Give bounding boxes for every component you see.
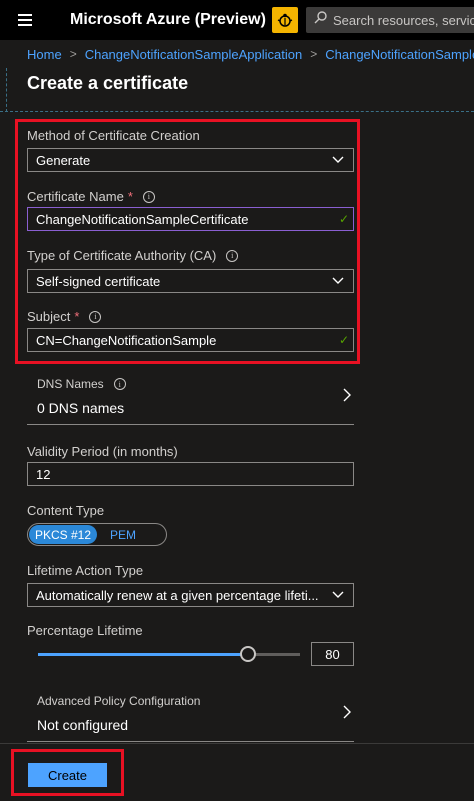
lifetime-action-value: Automatically renew at a given percentag… <box>36 587 319 603</box>
slider-fill <box>38 653 248 656</box>
breadcrumb: Home > ChangeNotificationSampleApplicati… <box>0 40 474 68</box>
breadcrumb-app-2[interactable]: ChangeNotificationSampleApplication <box>325 47 474 62</box>
slider-thumb[interactable] <box>239 646 256 662</box>
advanced-policy-value: Not configured <box>37 717 129 733</box>
chevron-down-icon <box>331 588 345 605</box>
ca-type-value: Self-signed certificate <box>36 273 161 289</box>
dns-names-label-text: DNS Names <box>37 377 104 391</box>
validity-input[interactable]: 12 <box>27 462 354 486</box>
breadcrumb-app[interactable]: ChangeNotificationSampleApplication <box>85 47 303 62</box>
required-marker: * <box>127 189 133 204</box>
percentage-label-text: Percentage Lifetime <box>27 623 143 638</box>
advanced-policy-section[interactable]: Advanced Policy Configuration Not config… <box>27 684 354 742</box>
chevron-right-icon: > <box>69 47 77 61</box>
lifetime-action-label: Lifetime Action Type <box>27 563 143 578</box>
subject-value: CN=ChangeNotificationSample <box>36 332 217 348</box>
dns-names-section[interactable]: DNS Names i 0 DNS names <box>27 367 354 425</box>
chevron-down-icon <box>331 153 345 170</box>
percentage-slider[interactable] <box>38 646 300 662</box>
dns-names-value: 0 DNS names <box>37 400 125 416</box>
blade-header: Create a certificate <box>0 68 474 112</box>
method-value: Generate <box>36 152 91 168</box>
chevron-right-icon <box>342 704 352 725</box>
ca-type-label: Type of Certificate Authority (CA) i <box>27 248 239 263</box>
info-icon[interactable]: i <box>142 190 155 203</box>
lifetime-action-label-text: Lifetime Action Type <box>27 563 144 578</box>
ca-type-label-text: Type of Certificate Authority (CA) <box>27 248 217 263</box>
hamburger-icon[interactable] <box>0 0 50 40</box>
search-icon <box>314 11 327 29</box>
validity-label: Validity Period (in months) <box>27 444 178 459</box>
subject-label: Subject * i <box>27 309 102 324</box>
search-input[interactable] <box>333 12 474 28</box>
cert-name-label: Certificate Name * i <box>27 189 155 204</box>
ca-type-select[interactable]: Self-signed certificate <box>27 269 354 293</box>
info-icon[interactable]: i <box>226 249 239 262</box>
search-box[interactable] <box>306 7 474 33</box>
lifetime-action-select[interactable]: Automatically renew at a given percentag… <box>27 583 354 607</box>
bug-icon[interactable] <box>272 7 298 33</box>
content-type-pem[interactable]: PEM <box>103 525 143 544</box>
subject-label-text: Subject <box>27 309 71 324</box>
page-title: Create a certificate <box>27 73 189 93</box>
content-type-toggle[interactable]: PKCS #12 PEM <box>27 523 167 546</box>
method-label: Method of Certificate Creation <box>27 128 200 143</box>
info-icon[interactable]: i <box>89 310 102 323</box>
cert-name-input[interactable]: ChangeNotificationSampleCertificate ✓ <box>27 207 354 231</box>
checkmark-icon: ✓ <box>338 212 349 226</box>
cert-name-label-text: Certificate Name <box>27 189 124 204</box>
chevron-down-icon <box>331 274 345 291</box>
breadcrumb-home[interactable]: Home <box>27 47 62 62</box>
chevron-right-icon: > <box>310 47 318 61</box>
content-type-pkcs12[interactable]: PKCS #12 <box>29 525 97 544</box>
percentage-value[interactable]: 80 <box>311 642 354 666</box>
cert-name-value: ChangeNotificationSampleCertificate <box>36 211 249 227</box>
method-label-text: Method of Certificate Creation <box>27 128 200 143</box>
validity-label-text: Validity Period (in months) <box>27 444 178 459</box>
validity-value: 12 <box>36 466 51 482</box>
chevron-right-icon <box>342 387 352 408</box>
content-type-label-text: Content Type <box>27 503 105 518</box>
content-type-label: Content Type <box>27 503 104 518</box>
top-bar: Microsoft Azure (Preview) <box>0 0 474 40</box>
subject-input[interactable]: CN=ChangeNotificationSample ✓ <box>27 328 354 352</box>
required-marker: * <box>74 309 80 324</box>
checkmark-icon: ✓ <box>338 333 349 347</box>
brand-title[interactable]: Microsoft Azure (Preview) <box>70 11 266 29</box>
percentage-label: Percentage Lifetime <box>27 623 143 638</box>
create-button[interactable]: Create <box>28 763 107 787</box>
info-icon[interactable]: i <box>113 378 126 390</box>
advanced-policy-label: Advanced Policy Configuration <box>37 694 201 708</box>
method-select[interactable]: Generate <box>27 148 354 172</box>
dns-names-label: DNS Names i <box>37 377 126 391</box>
